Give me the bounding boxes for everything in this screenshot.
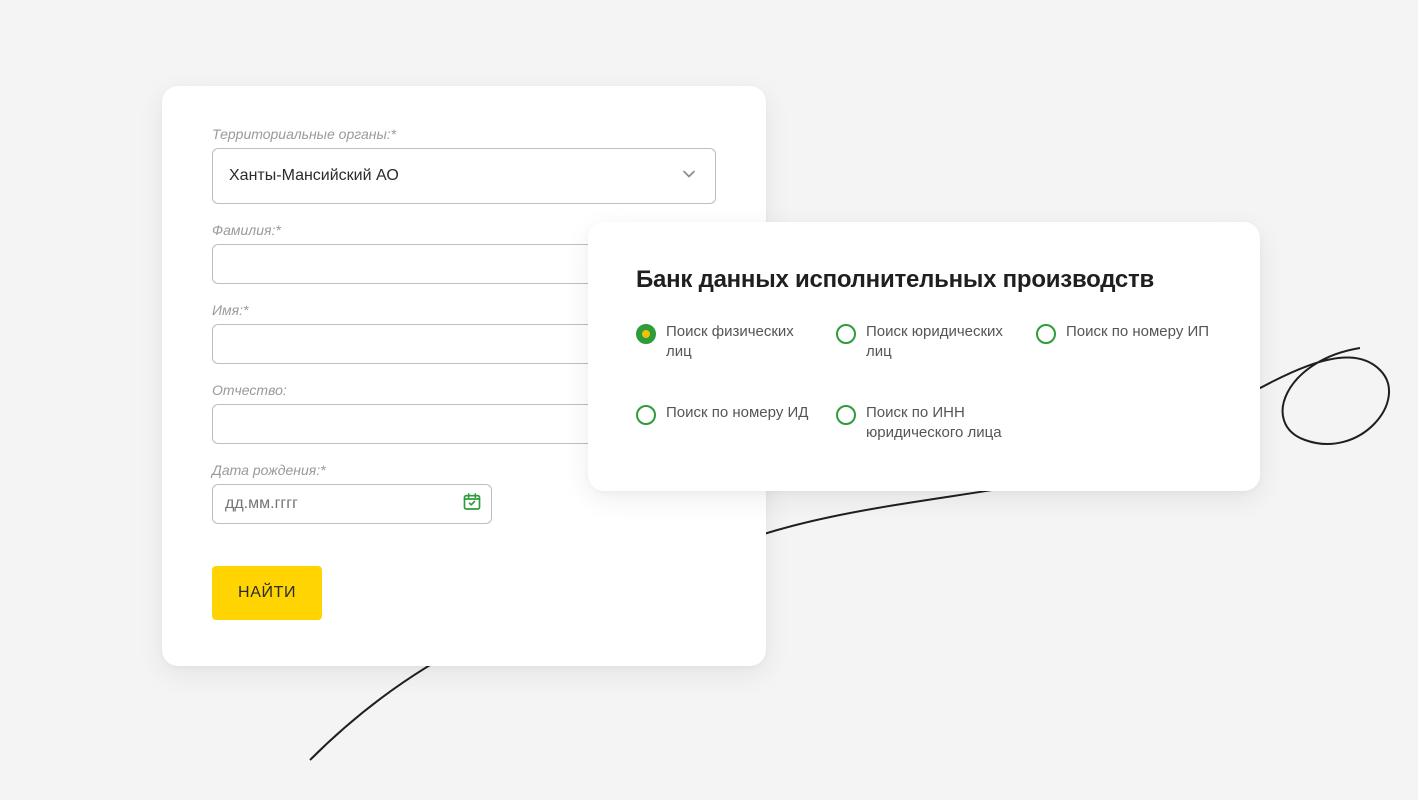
search-type-option-label: Поиск по номеру ИД [666,403,808,423]
search-type-option[interactable]: Поиск по ИНН юридического лица [836,403,1012,444]
search-type-option-label: Поиск по ИНН юридического лица [866,403,1012,444]
search-type-option-label: Поиск юридических лиц [866,322,1012,363]
chevron-down-icon [679,164,699,189]
search-type-card: Банк данных исполнительных производств П… [588,222,1260,491]
search-type-options: Поиск физических лиц Поиск юридических ли… [636,322,1212,443]
radio-icon [836,324,856,344]
search-type-option[interactable]: Поиск юридических лиц [836,322,1012,363]
search-type-option[interactable]: Поиск физических лиц [636,322,812,363]
radio-icon [636,405,656,425]
submit-button[interactable]: НАЙТИ [212,566,322,620]
search-type-option-label: Поиск по номеру ИП [1066,322,1209,342]
search-type-option[interactable]: Поиск по номеру ИП [1036,322,1212,363]
search-type-option-label: Поиск физических лиц [666,322,812,363]
search-type-title: Банк данных исполнительных производств [636,266,1212,294]
radio-icon [636,324,656,344]
territory-select[interactable]: Ханты-Мансийский АО [212,148,716,204]
territory-label: Территориальные органы:* [212,126,716,142]
radio-icon [1036,324,1056,344]
dob-input[interactable] [212,484,492,524]
territory-select-value: Ханты-Мансийский АО [229,167,399,185]
radio-icon [836,405,856,425]
search-type-option[interactable]: Поиск по номеру ИД [636,403,812,444]
